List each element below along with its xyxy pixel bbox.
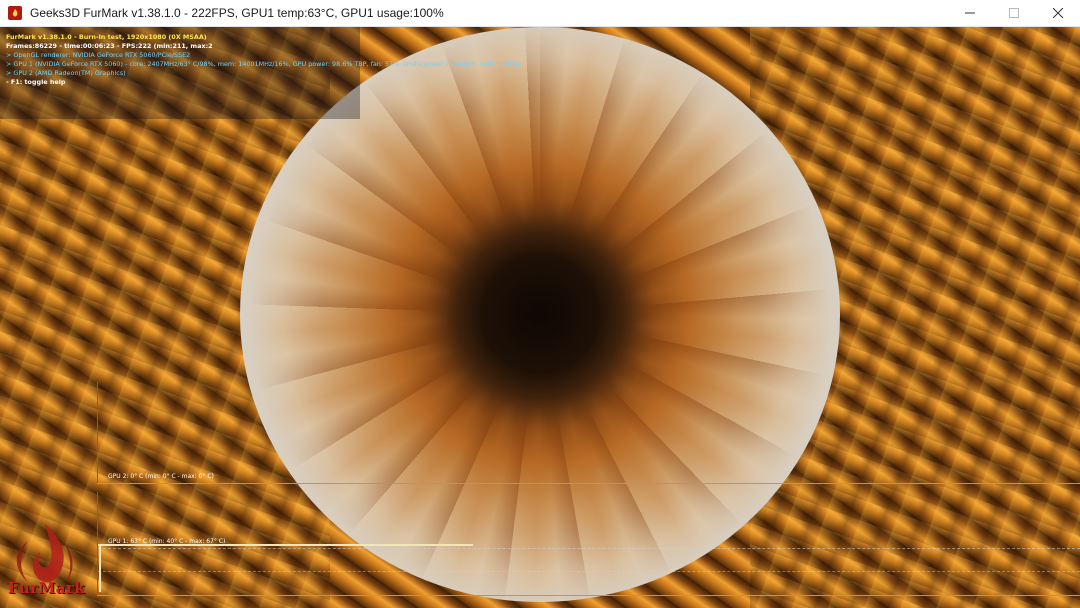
osd-line-help: - F1: toggle help [6,78,66,86]
furmark-icon [8,6,22,20]
close-icon [1053,8,1063,18]
gpu2-temp-label: GPU 2: 0° C (min: 0° C - max: 0° C) [108,473,214,480]
osd-line-title: FurMark v1.38.1.0 - Burn-in test, 1920x1… [6,33,207,41]
minimize-button[interactable] [948,0,992,26]
close-button[interactable] [1036,0,1080,26]
gpu1-temp-curve-rise [99,544,101,592]
gpu1-graph-gridline [98,571,1080,572]
osd-line-gpu2: > GPU 2 (AMD Radeon(TM) Graphics) [6,69,126,77]
window-title: Geeks3D FurMark v1.38.1.0 - 222FPS, GPU1… [30,6,444,20]
minimize-icon [965,12,975,14]
osd-line-gpu1: > GPU 1 (NVIDIA GeForce RTX 5060) - core… [6,60,520,68]
window-controls [948,0,1080,26]
osd-text: FurMark v1.38.1.0 - Burn-in test, 1920x1… [6,33,520,87]
gpu2-temp-graph [97,382,1080,484]
gpu2-graph-baseline [97,483,1080,484]
maximize-button[interactable] [992,0,1036,26]
title-bar[interactable]: Geeks3D FurMark v1.38.1.0 - 222FPS, GPU1… [0,0,1080,27]
furmark-logo-text: FurMark [8,579,86,597]
maximize-icon [1009,8,1019,18]
render-viewport[interactable]: FurMark v1.38.1.0 - Burn-in test, 1920x1… [0,27,1080,608]
gpu1-graph-baseline [97,595,1080,596]
furmark-window: Geeks3D FurMark v1.38.1.0 - 222FPS, GPU1… [0,0,1080,608]
gpu1-temp-label: GPU 1: 63° C (min: 40° C - max: 67° C) [108,538,226,545]
osd-line-frames: Frames:86229 - time:00:06:23 - FPS:222 (… [6,42,213,50]
osd-line-renderer: > OpenGL renderer: NVIDIA GeForce RTX 50… [6,51,191,59]
